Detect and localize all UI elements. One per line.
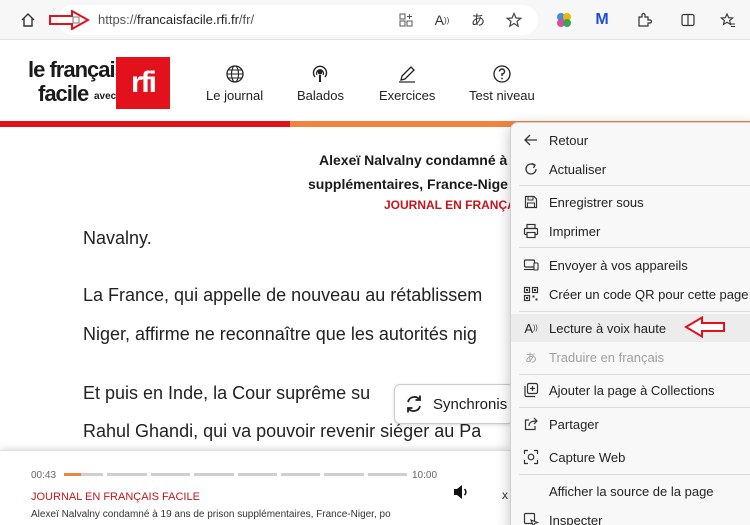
web-capture-icon <box>523 449 539 465</box>
read-aloud-icon[interactable]: A)) <box>430 8 454 32</box>
malwarebytes-icon[interactable]: M <box>590 8 614 32</box>
progress-segment <box>194 473 234 476</box>
menu-separator <box>519 474 750 475</box>
menu-item-retour[interactable]: Retour <box>511 126 750 154</box>
nav-balados[interactable]: Balados <box>297 64 344 103</box>
menu-separator <box>519 374 750 375</box>
favorite-icon[interactable] <box>502 8 526 32</box>
nav-label: Test niveau <box>469 88 535 103</box>
menu-item-qr-code[interactable]: Créer un code QR pour cette page <box>511 280 750 308</box>
pencil-icon <box>399 66 416 83</box>
nav-label: Exercices <box>379 88 436 103</box>
player-tag[interactable]: JOURNAL EN FRANÇAIS FACILE <box>31 491 200 503</box>
progress-played <box>64 473 82 476</box>
question-icon <box>493 65 511 83</box>
sync-icon <box>407 395 421 413</box>
progress-segment <box>107 473 147 476</box>
audio-player: 00:43 10:00 JOURNAL EN FRANÇAIS FACILE A… <box>0 450 510 525</box>
menu-item-envoyer[interactable]: Envoyer à vos appareils <box>511 251 750 279</box>
menu-separator <box>519 311 750 312</box>
progress-segment <box>237 473 277 476</box>
menu-item-collections[interactable]: Ajouter la page à Collections <box>511 376 750 404</box>
site-header: le français facile avec rfi Le journal B… <box>0 40 750 122</box>
transcript-line: Rahul Ghandi, qui va pouvoir revenir sié… <box>83 421 482 441</box>
transcript-line: La France, qui appelle de nouveau au rét… <box>83 285 483 305</box>
site-logo[interactable]: le français facile avec rfi <box>26 55 176 111</box>
player-title: Alexeï Nalvalny condamné à 19 ans de pri… <box>31 509 391 520</box>
menu-item-actualiser[interactable]: Actualiser <box>511 155 750 183</box>
time-total: 10:00 <box>412 470 438 481</box>
article-tag[interactable]: JOURNAL EN FRANÇA <box>384 198 516 212</box>
nav-exercices[interactable]: Exercices <box>379 64 435 103</box>
progress-segment <box>280 473 321 476</box>
progress-segment <box>324 473 364 476</box>
volume-icon[interactable] <box>452 483 470 501</box>
nav-le-journal[interactable]: Le journal <box>206 64 263 103</box>
logo-avec: avec <box>94 91 117 102</box>
inspect-icon <box>523 512 539 525</box>
menu-item-partager[interactable]: Partager <box>511 410 750 438</box>
menu-separator <box>519 407 750 408</box>
transcript-line: Niger, affirme ne reconnaître que les au… <box>83 324 477 344</box>
copilot-icon[interactable] <box>552 8 576 32</box>
synchronise-button[interactable]: Synchronis <box>394 384 514 424</box>
share-icon <box>523 416 539 432</box>
print-icon <box>523 223 539 239</box>
read-aloud-icon: A)) <box>524 320 538 336</box>
progress-bar[interactable] <box>64 473 407 476</box>
save-icon <box>523 194 539 210</box>
split-screen-icon[interactable] <box>676 8 700 32</box>
globe-icon <box>225 65 244 83</box>
logo-line2: facile <box>38 81 89 106</box>
progress-segment <box>150 473 191 476</box>
translate-icon: あ <box>524 350 537 365</box>
transcript-line: Et puis en Inde, la Cour suprême su <box>83 383 371 403</box>
article-title: Alexeï Nalvalny condamné à supplémentair… <box>308 152 508 192</box>
back-arrow-icon <box>523 132 539 148</box>
collections-icon <box>523 382 539 398</box>
close-player-button[interactable]: x <box>502 488 508 502</box>
devices-icon <box>523 257 539 273</box>
menu-separator <box>519 185 750 186</box>
menu-item-imprimer[interactable]: Imprimer <box>511 217 750 245</box>
url-text: https://francaisfacile.rfi.fr/fr/ <box>98 12 255 27</box>
translate-icon[interactable]: あ <box>466 8 490 32</box>
menu-item-traduire: あ Traduire en français <box>524 349 665 365</box>
time-current: 00:43 <box>31 470 57 481</box>
menu-item-source[interactable]: Afficher la source de la page <box>511 477 750 505</box>
home-icon[interactable] <box>16 8 40 32</box>
menu-item-inspecter[interactable]: Inspecter <box>511 506 750 525</box>
nav-test-niveau[interactable]: Test niveau <box>469 64 535 103</box>
browser-toolbar: https://francaisfacile.rfi.fr/fr/ A)) あ … <box>0 0 750 40</box>
annotation-arrow-icon <box>49 10 90 30</box>
favorites-bar-icon[interactable] <box>716 8 740 32</box>
rfi-logo: rfi <box>116 57 170 109</box>
menu-item-capture-web[interactable]: Capture Web <box>511 443 750 471</box>
qr-code-icon <box>523 286 539 302</box>
nav-label: Balados <box>297 88 344 103</box>
menu-item-enregistrer[interactable]: Enregistrer sous <box>511 188 750 216</box>
extensions-icon[interactable] <box>632 8 656 32</box>
nav-label: Le journal <box>206 88 264 103</box>
podcast-icon <box>313 65 328 82</box>
sync-label: Synchronis <box>433 395 508 413</box>
header-red-bar <box>0 121 290 127</box>
menu-separator <box>519 247 750 248</box>
refresh-icon <box>523 161 539 177</box>
transcript-line: Navalny. <box>83 228 152 248</box>
annotation-arrow-icon <box>684 316 725 338</box>
apps-icon[interactable] <box>394 8 418 32</box>
progress-segment <box>367 473 407 476</box>
logo-line1: le français <box>28 57 127 82</box>
